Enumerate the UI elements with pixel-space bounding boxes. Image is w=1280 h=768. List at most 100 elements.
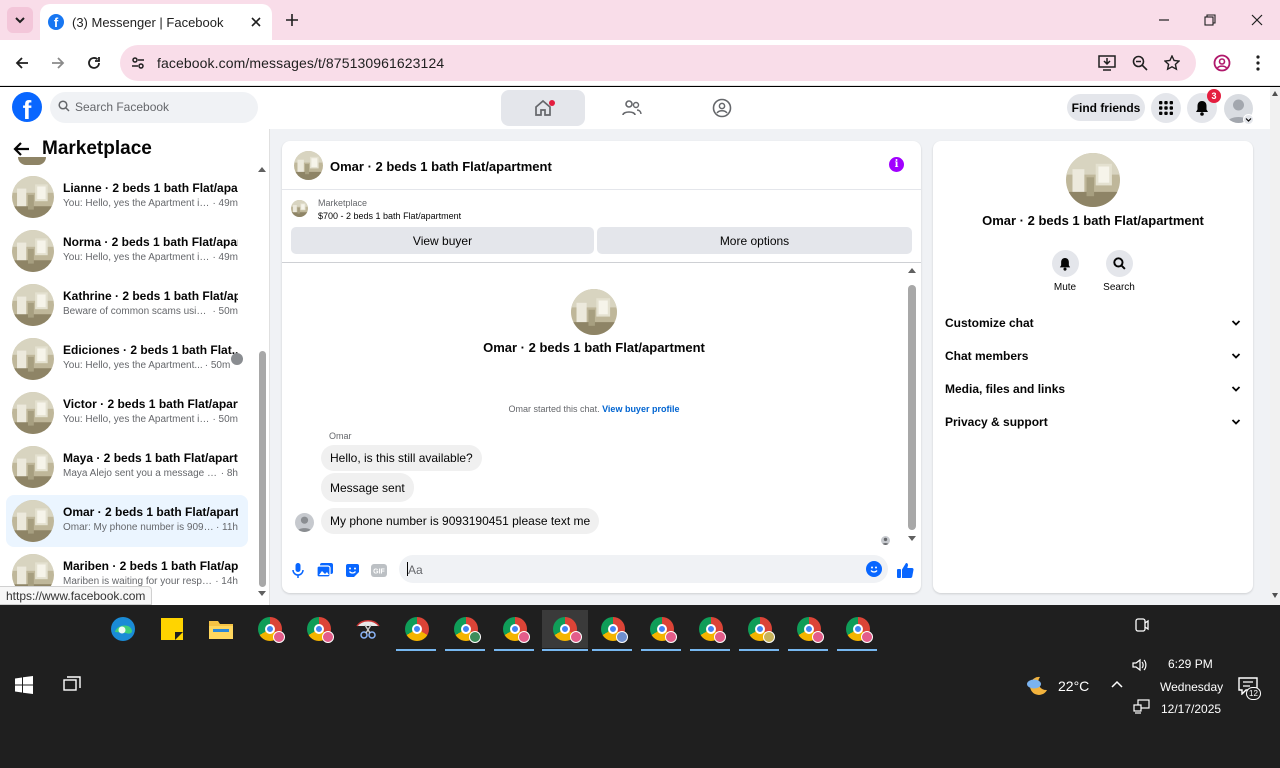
message-input[interactable]: Aa [399,555,888,583]
facebook-logo-icon[interactable]: f [12,92,42,122]
taskbar-chrome[interactable] [641,610,683,651]
mute-button[interactable]: Mute [1037,250,1093,293]
action-center-button[interactable]: 12 [1238,677,1264,703]
task-view-button[interactable] [63,676,81,694]
nav-groups-tab[interactable] [680,90,764,126]
weather-widget[interactable]: 22°C [1025,674,1089,698]
taskbar-snipping-tool[interactable] [347,610,389,648]
tab-search-button[interactable] [7,7,33,33]
back-button[interactable] [8,49,36,77]
minimize-icon [1159,19,1169,21]
taskbar-sticky-notes[interactable] [151,610,193,648]
info-icon[interactable]: i [889,157,904,172]
panel-section-row[interactable]: Media, files and links [945,376,1241,402]
find-friends-button[interactable]: Find friends [1067,94,1145,121]
taskbar-chrome[interactable] [396,610,438,651]
photo-icon[interactable] [317,562,333,578]
listing-title[interactable]: $700 - 2 beds 1 bath Flat/apartment [318,211,461,221]
clock-date[interactable]: 12/17/2025 [1161,702,1221,716]
taskbar-chrome[interactable] [298,610,340,648]
forward-button[interactable] [44,49,72,77]
browser-menu-button[interactable] [1244,49,1272,77]
view-buyer-button[interactable]: View buyer [291,227,594,254]
conversation-item[interactable]: Norma · 2 beds 1 bath Flat/apart... You: … [6,225,248,277]
listing-thumbnail[interactable] [291,200,308,217]
sidebar-scrollbar[interactable] [257,167,267,597]
conversation-item[interactable]: Maya · 2 beds 1 bath Flat/apart... Maya A… [6,441,248,493]
conversation-item[interactable]: Victor · 2 beds 1 bath Flat/apart... You:… [6,387,248,439]
taskbar-chrome[interactable] [690,610,732,651]
clock-day[interactable]: Wednesday [1160,680,1223,694]
message-bubble[interactable]: Message sent [321,473,414,502]
marketplace-listing-bar: Marketplace $700 - 2 beds 1 bath Flat/ap… [282,190,921,263]
back-arrow-icon[interactable] [12,141,30,157]
taskbar-chrome[interactable] [788,610,830,651]
tab-close-button[interactable] [246,12,266,32]
start-button[interactable] [15,676,33,694]
account-dropdown-icon[interactable] [1243,114,1254,125]
thread-scroll-thumb[interactable] [908,285,916,530]
view-buyer-profile-link[interactable]: View buyer profile [602,404,679,414]
taskbar-chrome-active[interactable] [542,610,588,651]
more-options-button[interactable]: More options [597,227,912,254]
network-icon[interactable] [1133,699,1150,714]
taskbar-chrome[interactable] [249,610,291,648]
new-tab-button[interactable] [280,8,304,32]
meet-now-icon[interactable] [1134,617,1150,633]
thumbs-up-icon[interactable] [896,561,914,579]
search-in-chat-button[interactable]: Search [1091,250,1147,293]
sidebar-scroll-thumb[interactable] [259,351,266,587]
panel-avatar[interactable] [1066,153,1120,207]
microphone-icon[interactable] [290,562,306,578]
facebook-search-input[interactable]: Search Facebook [50,92,258,123]
install-app-icon[interactable] [1096,52,1118,74]
message-bubble[interactable]: Hello, is this still available? [321,445,482,471]
conversation-avatar [12,446,54,488]
taskbar-chrome[interactable] [494,610,536,651]
page-scrollbar[interactable] [1270,87,1280,605]
search-icon [1112,257,1126,270]
message-bubble[interactable]: My phone number is 9093190451 please tex… [321,508,600,534]
nav-home-tab[interactable] [501,90,585,126]
chat-header-avatar[interactable] [294,151,323,180]
chat-header-name[interactable]: Omar · 2 beds 1 bath Flat/apartment [330,159,552,174]
sticker-icon[interactable] [344,562,360,578]
close-window-button[interactable] [1234,0,1280,40]
running-indicator [542,649,588,651]
zoom-icon[interactable] [1129,52,1151,74]
taskbar-chrome[interactable] [837,610,879,651]
sender-avatar[interactable] [295,513,314,532]
conversation-item[interactable]: Lianne · 2 beds 1 bath Flat/apar... You: … [6,171,248,223]
conversation-item[interactable]: Ediciones · 2 beds 1 bath Flat... You: He… [6,333,248,385]
volume-icon[interactable] [1132,658,1148,672]
tray-overflow-button[interactable] [1111,680,1123,688]
address-bar[interactable]: facebook.com/messages/t/875130961623124 [120,45,1196,81]
nav-friends-tab[interactable] [590,90,674,126]
profile-button[interactable] [1208,49,1236,77]
menu-button[interactable] [1151,93,1181,123]
thread-scrollbar[interactable] [907,268,917,546]
taskbar-chrome[interactable] [592,610,634,651]
panel-section-row[interactable]: Customize chat [945,310,1241,336]
panel-section-row[interactable]: Chat members [945,343,1241,369]
conversation-item[interactable]: Kathrine · 2 beds 1 bath Flat/apar... Bew… [6,279,248,331]
panel-section-row[interactable]: Privacy & support [945,409,1241,435]
minimize-button[interactable] [1141,0,1187,40]
taskbar-chrome[interactable] [445,610,487,651]
mute-label: Mute [1053,282,1077,293]
restore-button[interactable] [1187,0,1233,40]
browser-tab-messenger[interactable]: f (3) Messenger | Facebook [40,4,272,40]
clock-time[interactable]: 6:29 PM [1168,657,1213,671]
conversation-item[interactable]: Omar · 2 beds 1 bath Flat/apart... Omar: … [6,495,248,547]
site-settings-icon[interactable] [128,53,148,73]
taskbar-chrome[interactable] [739,610,781,651]
bookmark-star-icon[interactable] [1161,52,1183,74]
emoji-icon[interactable] [866,561,882,577]
gif-icon[interactable]: GIF [371,562,387,578]
url-text[interactable]: facebook.com/messages/t/875130961623124 [157,55,444,71]
taskbar-edge[interactable] [102,610,144,648]
taskbar-file-explorer[interactable] [200,610,242,648]
running-indicator [641,649,681,651]
reload-button[interactable] [80,49,108,77]
plus-icon [286,14,298,26]
